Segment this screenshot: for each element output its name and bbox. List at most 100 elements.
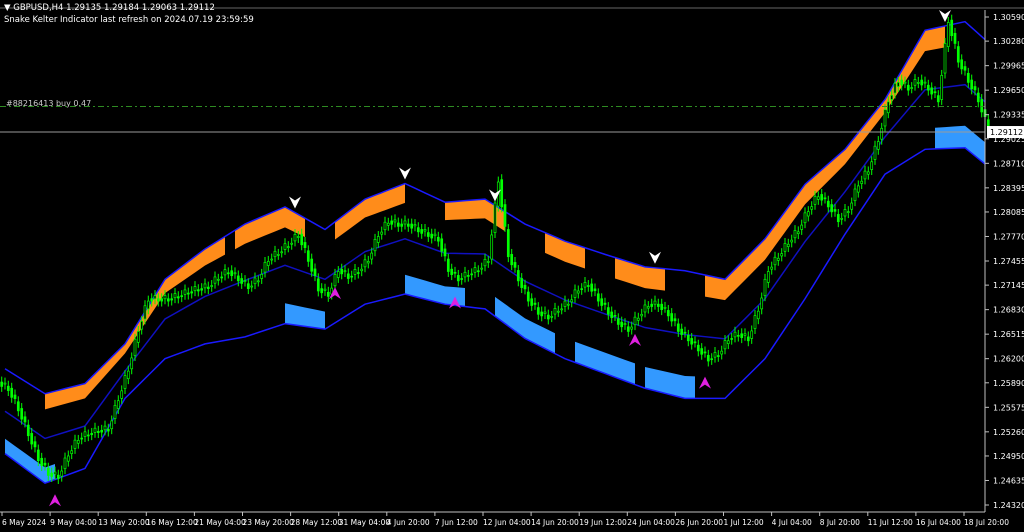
candle-body bbox=[816, 196, 820, 200]
candle-body bbox=[256, 280, 260, 283]
candle-body bbox=[663, 306, 667, 309]
candle-body bbox=[710, 358, 714, 361]
middle-band-line bbox=[4, 83, 986, 440]
candle-body bbox=[826, 200, 830, 208]
candle-body bbox=[500, 179, 504, 208]
candle-body bbox=[160, 298, 164, 302]
candle-body bbox=[956, 46, 960, 63]
candle-body bbox=[66, 455, 70, 462]
candle-body bbox=[320, 288, 324, 294]
sell-arrow-icon bbox=[399, 167, 411, 180]
sell-arrow-icon bbox=[289, 196, 301, 209]
candle-body bbox=[53, 471, 57, 475]
time-tick-label: 31 May 04:00 bbox=[339, 518, 391, 527]
candle-body bbox=[33, 441, 37, 448]
candle-body bbox=[513, 262, 517, 268]
upper-snake-fill bbox=[545, 232, 585, 269]
price-tick-label: 1.29335 bbox=[993, 111, 1024, 120]
candle-body bbox=[480, 267, 484, 270]
symbol-ohlc-header: ▼ GBPUSD,H4 1.29135 1.29184 1.29063 1.29… bbox=[4, 3, 215, 13]
candle-body bbox=[403, 220, 407, 225]
candle-body bbox=[810, 206, 814, 210]
candle-body bbox=[630, 326, 634, 330]
candle-body bbox=[396, 222, 400, 227]
candle-body bbox=[360, 268, 364, 272]
candle-body bbox=[263, 262, 267, 273]
candle-body bbox=[703, 351, 707, 354]
candle-body bbox=[923, 81, 927, 84]
candle-body bbox=[783, 243, 787, 252]
candle-body bbox=[390, 220, 394, 225]
candle-body bbox=[353, 269, 357, 275]
candle-body bbox=[176, 296, 180, 299]
price-tick-label: 1.25575 bbox=[993, 403, 1024, 412]
candle-body bbox=[940, 75, 944, 100]
candle-body bbox=[386, 222, 390, 226]
candle-body bbox=[73, 439, 77, 449]
candle-body bbox=[223, 269, 227, 276]
candle-body bbox=[560, 308, 564, 311]
candle-body bbox=[526, 291, 530, 302]
price-chart[interactable]: 1.305901.302801.299651.296501.293351.290… bbox=[0, 0, 1024, 532]
candle-body bbox=[706, 354, 710, 362]
candle-body bbox=[476, 270, 480, 273]
candle-body bbox=[733, 331, 737, 338]
time-tick-label: 4 Jun 20:00 bbox=[387, 518, 430, 527]
candle-body bbox=[150, 298, 154, 302]
candle-body bbox=[836, 214, 840, 223]
candle-body bbox=[660, 303, 664, 310]
time-tick-label: 23 May 20:00 bbox=[243, 518, 295, 527]
candle-body bbox=[976, 92, 980, 103]
candle-body bbox=[266, 261, 270, 266]
candle-body bbox=[350, 275, 354, 278]
candle-body bbox=[676, 323, 680, 332]
candle-body bbox=[270, 258, 274, 261]
candle-body bbox=[126, 370, 130, 380]
candle-body bbox=[240, 278, 244, 284]
candle-body bbox=[893, 83, 897, 94]
price-tick-label: 1.25890 bbox=[993, 379, 1024, 388]
candle-body bbox=[123, 375, 127, 389]
candle-body bbox=[750, 330, 754, 339]
buy-arrow-icon bbox=[699, 376, 711, 389]
candle-body bbox=[896, 82, 900, 87]
candle-body bbox=[606, 307, 610, 315]
candle-body bbox=[596, 293, 600, 302]
candle-body bbox=[470, 273, 474, 276]
candle-body bbox=[100, 429, 104, 433]
candle-body bbox=[253, 277, 257, 285]
time-tick-label: 14 Jun 20:00 bbox=[531, 518, 579, 527]
time-tick-label: 24 Jun 04:00 bbox=[627, 518, 675, 527]
price-tick-label: 1.24635 bbox=[993, 476, 1024, 485]
collapse-triangle-icon[interactable]: ▼ bbox=[4, 3, 13, 13]
candle-body bbox=[136, 331, 140, 343]
candle-body bbox=[803, 212, 807, 224]
indicator-status: Snake Kelter Indicator last refresh on 2… bbox=[4, 15, 254, 25]
buy-arrow-icon bbox=[629, 333, 641, 346]
candle-body bbox=[846, 211, 850, 213]
candle-body bbox=[906, 84, 910, 91]
candle-body bbox=[16, 401, 20, 412]
candle-body bbox=[530, 298, 534, 306]
candle-body bbox=[853, 188, 857, 202]
candle-body bbox=[93, 427, 97, 433]
candle-body bbox=[60, 470, 64, 477]
candle-body bbox=[796, 231, 800, 234]
candle-body bbox=[273, 250, 277, 258]
candle-body bbox=[156, 298, 160, 302]
candle-body bbox=[636, 317, 640, 321]
candle-body bbox=[980, 99, 984, 113]
time-tick-label: 19 Jun 12:00 bbox=[579, 518, 627, 527]
candle-body bbox=[696, 344, 700, 352]
candle-body bbox=[130, 357, 134, 370]
candle-body bbox=[683, 331, 687, 334]
price-tick-label: 1.28395 bbox=[993, 184, 1024, 193]
candle-body bbox=[643, 304, 647, 313]
candle-body bbox=[406, 223, 410, 227]
candle-body bbox=[216, 278, 220, 281]
candle-body bbox=[860, 180, 864, 184]
signal-arrows bbox=[49, 9, 951, 507]
buy-arrow-icon bbox=[49, 494, 61, 507]
candle-body bbox=[173, 293, 177, 299]
candle-body bbox=[916, 82, 920, 84]
